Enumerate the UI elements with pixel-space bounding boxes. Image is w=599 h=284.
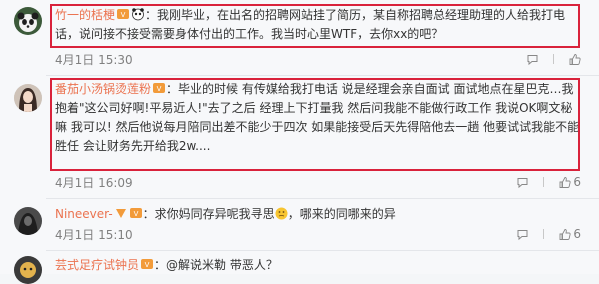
reply-button[interactable]	[516, 228, 529, 241]
avatar[interactable]	[14, 207, 42, 235]
like-count: 6	[573, 175, 581, 189]
cartoon-avatar-icon	[14, 256, 42, 284]
comment-list: 竹一的栝梗 V ：我刚毕业，在出名的招聘网站挂了简历，某自称招聘总经理助理的人给我打…	[0, 0, 599, 284]
thumbs-up-icon	[569, 53, 581, 65]
comment-meta: 4月1日 15:10 6	[55, 225, 581, 243]
svg-text:V: V	[133, 210, 138, 218]
comment-meta: 4月1日 15:30	[55, 50, 581, 68]
comment-username[interactable]: 竹一的栝梗	[55, 8, 115, 22]
comment-text: ：@解说米勒 带恶人？	[154, 258, 278, 272]
comment-actions: 6	[516, 227, 581, 241]
panda-avatar-icon	[14, 7, 42, 35]
panda-emoji-icon	[131, 7, 145, 21]
svg-text:V: V	[145, 261, 150, 269]
comment-text-continued: ，哪来的同哪来的异	[287, 207, 396, 221]
dark-avatar-icon	[14, 207, 42, 235]
like-button[interactable]: 6	[558, 227, 581, 241]
avatar[interactable]	[14, 84, 42, 112]
vip-badge-icon: V	[129, 206, 143, 220]
svg-text:V: V	[121, 11, 126, 19]
thumbs-up-icon	[559, 228, 571, 240]
divider	[46, 250, 599, 251]
comment-actions: 6	[516, 175, 581, 189]
svg-text:V: V	[157, 85, 162, 93]
comment-time: 4月1日 15:10	[55, 227, 133, 242]
action-divider	[543, 229, 545, 239]
reply-button[interactable]	[516, 176, 529, 189]
like-count: 6	[573, 227, 581, 241]
comment-body: 芸式足疗试钟员 V ：@解说米勒 带恶人？	[55, 256, 581, 275]
comment-body: 竹一的栝梗 V ：我刚毕业，在出名的招聘网站挂了简历，某自称招聘总经理助理的人给我打…	[55, 6, 581, 44]
avatar[interactable]	[14, 256, 42, 284]
reply-icon	[517, 229, 528, 240]
vip-badge-icon: V	[152, 81, 166, 95]
vip-badge-icon: V	[140, 257, 154, 271]
comment-actions	[526, 53, 581, 66]
comment-body: Nineever- V ：求你妈同存异呢我寻思 ，哪来的同哪来的异	[55, 205, 581, 224]
comment-text: ：求你妈同存异呢我寻思	[142, 207, 275, 221]
comment-username[interactable]: 番茄小汤锅烫莲粉	[55, 82, 151, 96]
vip-badge-icon: V	[116, 7, 130, 21]
comment-username[interactable]: Nineever-	[55, 207, 113, 221]
reply-icon	[527, 54, 538, 65]
comment-meta: 4月1日 16:09 6	[55, 173, 581, 191]
comment-username[interactable]: 芸式足疗试钟员	[55, 258, 139, 272]
divider	[46, 75, 599, 76]
thumbs-up-icon	[559, 176, 571, 188]
vip-badge-icon	[114, 206, 128, 220]
comment-body: 番茄小汤锅烫莲粉 V ：毕业的时候 有传媒给我打电话 说是经理会亲自面试 面试地点在…	[55, 80, 581, 156]
like-button[interactable]	[568, 53, 581, 66]
action-divider	[543, 177, 545, 187]
like-button[interactable]: 6	[558, 175, 581, 189]
thinking-emoji-icon	[275, 207, 288, 220]
reply-button[interactable]	[526, 53, 539, 66]
avatar[interactable]	[14, 7, 42, 35]
girl-avatar-icon	[14, 84, 42, 112]
action-divider	[553, 54, 554, 64]
comment-time: 4月1日 16:09	[55, 175, 133, 190]
comment-time: 4月1日 15:30	[55, 52, 133, 67]
reply-icon	[517, 177, 528, 188]
divider	[46, 198, 599, 199]
